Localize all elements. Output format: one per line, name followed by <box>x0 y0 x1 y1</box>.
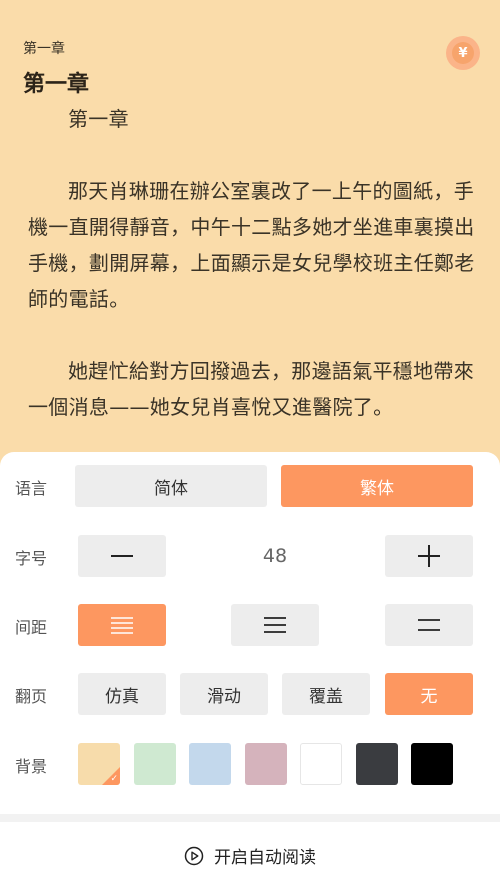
background-swatch-black[interactable] <box>411 743 453 785</box>
page-turn-simulation-button[interactable]: 仿真 <box>78 673 166 715</box>
plus-icon <box>418 545 440 567</box>
background-swatch-pink[interactable] <box>245 743 287 785</box>
background-label: 背景 <box>15 757 48 776</box>
background-swatch-beige[interactable]: ✓ <box>78 743 120 785</box>
language-row: 语言 简体 繁体 <box>0 465 500 507</box>
auto-read-label: 开启自动阅读 <box>214 848 316 868</box>
background-row: 背景 ✓ <box>0 743 500 785</box>
font-size-row: 字号 48 <box>0 535 500 577</box>
font-size-value: 48 <box>262 545 288 567</box>
font-size-label: 字号 <box>15 549 48 568</box>
compact-lines-icon <box>111 617 133 634</box>
spacing-row: 间距 <box>0 604 500 646</box>
background-swatch-dark-gray[interactable] <box>356 743 398 785</box>
coin-button[interactable]: ¥ <box>446 36 480 70</box>
background-swatch-blue[interactable] <box>189 743 231 785</box>
chapter-title: 第一章 <box>23 72 90 97</box>
yuan-icon: ¥ <box>452 42 474 64</box>
check-icon: ✓ <box>110 774 118 784</box>
chapter-header: 第一章 <box>23 41 65 57</box>
reader-content: 第一章 第一章 ¥ 第一章 那天肖琳珊在辦公室裏改了一上午的圖紙，手機一直開得靜… <box>0 0 500 460</box>
page-turn-row: 翻页 仿真 滑动 覆盖 无 <box>0 673 500 715</box>
spacing-compact-button[interactable] <box>78 604 166 646</box>
medium-lines-icon <box>264 617 286 633</box>
spacing-medium-button[interactable] <box>231 604 319 646</box>
simplified-button[interactable]: 简体 <box>75 465 267 507</box>
auto-read-button[interactable]: 开启自动阅读 <box>0 822 500 889</box>
font-decrease-button[interactable] <box>78 535 166 577</box>
language-label: 语言 <box>15 479 48 498</box>
traditional-button[interactable]: 繁体 <box>281 465 473 507</box>
font-increase-button[interactable] <box>385 535 473 577</box>
page-turn-none-button[interactable]: 无 <box>385 673 473 715</box>
chapter-heading-paragraph: 第一章 <box>68 107 129 131</box>
spacing-label: 间距 <box>15 618 48 637</box>
page-turn-slide-button[interactable]: 滑动 <box>180 673 268 715</box>
paragraph: 那天肖琳珊在辦公室裏改了一上午的圖紙，手機一直開得靜音，中午十二點多她才坐進車裏… <box>28 179 475 311</box>
spacing-wide-button[interactable] <box>385 604 473 646</box>
page-turn-label: 翻页 <box>15 687 48 706</box>
divider <box>0 814 500 822</box>
minus-icon <box>111 555 133 557</box>
background-swatch-green[interactable] <box>134 743 176 785</box>
play-circle-icon <box>184 846 204 865</box>
background-swatch-white[interactable] <box>300 743 342 785</box>
wide-lines-icon <box>418 619 440 631</box>
page-turn-cover-button[interactable]: 覆盖 <box>282 673 370 715</box>
paragraph: 她趕忙給對方回撥過去，那邊語氣平穩地帶來一個消息——她女兒肖喜悅又進醫院了。 <box>28 359 474 419</box>
settings-panel: 语言 简体 繁体 字号 48 间距 翻页 仿真 滑动 覆盖 无 背景 ✓ 开启自… <box>0 452 500 889</box>
